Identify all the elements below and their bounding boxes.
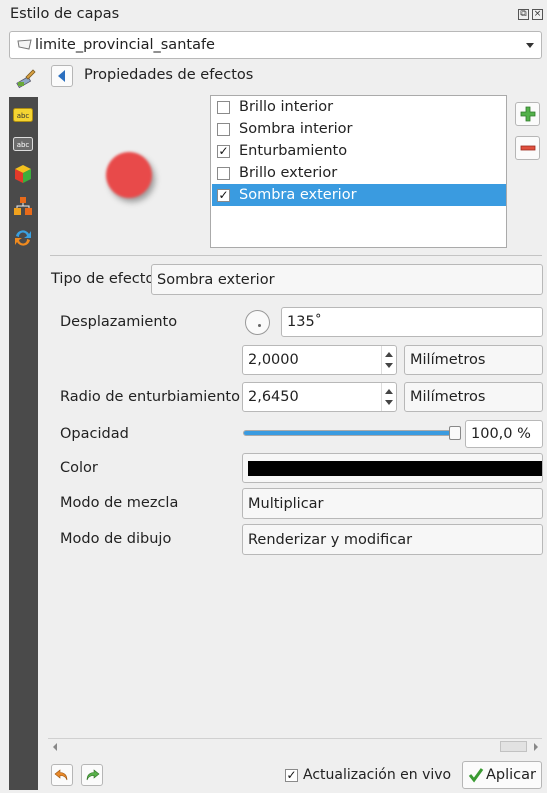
color-button[interactable] (242, 453, 543, 483)
float-panel-icon[interactable]: ⧉ (518, 9, 529, 20)
opacity-slider-fill (244, 431, 459, 435)
effect-type-label: Tipo de efecto (51, 271, 155, 287)
blur-radius-value: 2,6450 (248, 389, 299, 405)
live-update-checkbox[interactable]: ✓ (285, 768, 298, 782)
layer-combo-value: limite_provincial_santafe (35, 37, 215, 53)
effect-list-item[interactable]: Sombra interior (212, 118, 506, 140)
distance-value: 2,0000 (248, 352, 299, 368)
3d-view-icon[interactable] (12, 163, 34, 185)
effect-type-value: Sombra exterior (157, 271, 275, 288)
panel-title: Estilo de capas (10, 6, 120, 22)
blend-mode-combo[interactable]: Multiplicar (242, 488, 543, 519)
offset-label: Desplazamiento (60, 314, 178, 330)
distance-unit-value: Milímetros (410, 352, 486, 368)
effect-list-item[interactable]: ✓ Sombra exterior (212, 184, 506, 206)
masks-icon[interactable]: abc (12, 133, 34, 155)
draw-mode-label: Modo de dibujo (60, 531, 172, 547)
blur-radius-spinner[interactable] (381, 383, 396, 411)
style-sidebar: abc abc (9, 97, 38, 790)
labels-icon[interactable]: abc (12, 104, 34, 126)
redo-button[interactable] (81, 764, 103, 786)
effect-list-item[interactable]: ✓ Enturbamiento (212, 140, 506, 162)
diagrams-icon[interactable] (12, 195, 34, 217)
remove-effect-button[interactable] (515, 136, 540, 160)
effect-checkbox[interactable]: ✓ (217, 188, 230, 202)
plus-icon (520, 106, 535, 122)
blur-radius-label: Radio de enturbiamiento (60, 389, 240, 405)
redo-icon (86, 769, 100, 781)
distance-spinner[interactable] (381, 346, 396, 374)
effect-label: Brillo exterior (239, 165, 338, 181)
effect-preview (98, 146, 163, 206)
checkmark-icon (468, 768, 484, 783)
apply-label: Aplicar (486, 767, 536, 783)
effects-list[interactable]: Brillo interior Sombra interior ✓ Enturbami… (210, 95, 507, 248)
effect-checkbox[interactable]: ✓ (217, 144, 230, 158)
effect-type-combo[interactable]: Sombra exterior (151, 264, 543, 295)
effect-checkbox[interactable] (217, 122, 230, 136)
divider (50, 255, 542, 256)
draw-mode-combo[interactable]: Renderizar y modificar (242, 524, 543, 555)
opacity-value: 100,0 % (471, 426, 531, 442)
horizontal-scrollbar[interactable] (48, 738, 542, 754)
back-arrow-icon (58, 70, 65, 82)
close-panel-icon[interactable]: × (532, 9, 543, 20)
layer-combo[interactable]: limite_provincial_santafe (9, 31, 542, 59)
blur-radius-input[interactable]: 2,6450 (242, 382, 397, 412)
distance-input[interactable]: 2,0000 (242, 345, 397, 375)
svg-text:abc: abc (17, 112, 30, 120)
draw-mode-value: Renderizar y modificar (248, 531, 413, 548)
color-label: Color (60, 460, 98, 476)
live-update-toggle[interactable]: ✓ Actualización en vivo (285, 767, 451, 783)
color-swatch (248, 461, 542, 476)
blend-mode-value: Multiplicar (248, 495, 324, 512)
blend-mode-label: Modo de mezcla (60, 495, 179, 511)
blur-radius-unit-value: Milímetros (410, 389, 486, 405)
angle-dial[interactable] (245, 310, 270, 335)
undo-button[interactable] (51, 764, 73, 786)
angle-value: 135˚ (287, 314, 322, 330)
add-effect-button[interactable] (515, 102, 540, 126)
scroll-left-icon[interactable] (53, 743, 57, 751)
rendering-icon[interactable] (12, 227, 34, 249)
effect-label: Sombra exterior (239, 187, 357, 203)
effect-checkbox[interactable] (217, 100, 230, 114)
scrollbar-thumb[interactable] (500, 741, 527, 752)
opacity-input[interactable]: 100,0 % (465, 420, 543, 448)
chevron-down-icon (526, 43, 534, 48)
effects-header-title: Propiedades de efectos (84, 67, 254, 83)
dial-knob-icon (258, 324, 261, 327)
effect-list-item[interactable]: Brillo interior (212, 96, 506, 118)
blur-radius-unit-combo[interactable]: Milímetros (404, 382, 543, 412)
effect-label: Sombra interior (239, 121, 353, 137)
paintbrush-icon[interactable] (14, 67, 36, 93)
effect-label: Brillo interior (239, 99, 334, 115)
effect-label: Enturbamiento (239, 143, 348, 159)
live-update-label: Actualización en vivo (303, 767, 452, 783)
opacity-label: Opacidad (60, 426, 129, 442)
effect-checkbox[interactable] (217, 166, 230, 180)
effect-list-item[interactable]: Brillo exterior (212, 162, 506, 184)
svg-text:abc: abc (17, 141, 30, 149)
opacity-slider[interactable] (243, 430, 460, 436)
undo-icon (54, 769, 68, 781)
distance-unit-combo[interactable]: Milímetros (404, 345, 543, 375)
back-button[interactable] (51, 65, 73, 87)
polygon-layer-icon (16, 38, 34, 56)
apply-button[interactable]: Aplicar (462, 761, 542, 789)
angle-input[interactable]: 135˚ (281, 307, 543, 337)
scroll-right-icon[interactable] (534, 743, 538, 751)
minus-icon (520, 145, 535, 151)
preview-dot (106, 152, 152, 198)
opacity-slider-handle[interactable] (449, 426, 461, 440)
